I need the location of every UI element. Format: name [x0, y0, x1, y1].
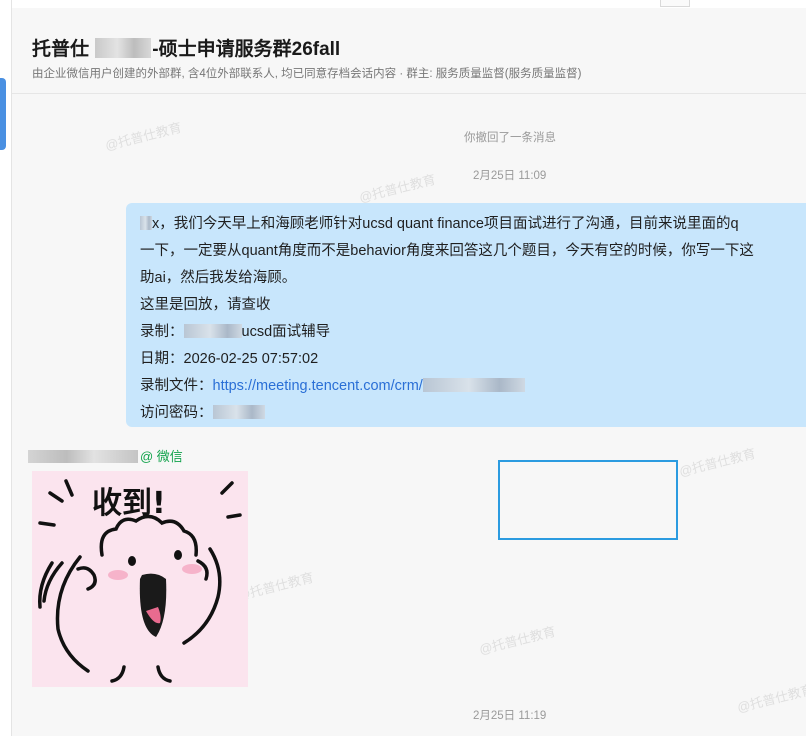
file-label: 录制文件：	[140, 378, 213, 394]
sticker-text: 收到!	[92, 486, 166, 521]
redacted-text	[140, 216, 152, 230]
timestamp: 2月25日 11:09	[473, 170, 547, 182]
date-label: 日期：	[140, 351, 184, 367]
record-line: 录制： ucsd面试辅导	[140, 320, 330, 341]
group-title-suffix: -硕士申请服务群26fall	[152, 39, 341, 60]
watermark: @托普仕教育	[677, 445, 758, 480]
group-title-prefix: 托普仕	[32, 39, 90, 60]
watermark: @托普仕教育	[357, 171, 438, 206]
watermark: @托普仕教育	[103, 119, 184, 154]
selection-box	[498, 460, 678, 540]
wechat-tag: @ 微信	[140, 449, 183, 464]
sticker-image[interactable]: 收到!	[32, 471, 248, 687]
message-line: x，我们今天早上和海顾老师针对ucsd quant finance项目面试进行了…	[140, 212, 739, 233]
redacted-text	[212, 405, 265, 419]
message-line: 助ai，然后我发给海顾。	[140, 270, 297, 286]
cat-sticker-icon: 收到!	[38, 479, 242, 683]
file-link[interactable]: https://meeting.tencent.com/crm/	[213, 378, 423, 394]
watermark: @托普仕教育	[477, 623, 558, 658]
password-line: 访问密码：	[140, 401, 265, 422]
record-value: ucsd面试辅导	[241, 324, 331, 340]
message-text: x，我们今天早上和海顾老师针对ucsd quant finance项目面试进行了…	[152, 216, 739, 232]
redacted-name	[95, 38, 152, 58]
date-line: 日期：2026-02-25 07:57:02	[140, 347, 318, 368]
redacted-text	[422, 378, 525, 392]
timestamp: 2月25日 11:19	[473, 710, 547, 722]
recall-notice: 你撤回了一条消息	[464, 132, 556, 144]
sender-name: @ 微信	[28, 446, 183, 465]
message-bubble[interactable]: x，我们今天早上和海顾老师针对ucsd quant finance项目面试进行了…	[126, 203, 806, 427]
file-line: 录制文件：https://meeting.tencent.com/crm/	[140, 374, 525, 395]
record-label: 录制：	[140, 324, 184, 340]
group-title: 托普仕 -硕士申请服务群26fall	[32, 34, 340, 61]
date-value: 2026-02-25 07:57:02	[183, 351, 319, 367]
message-line: 一下，一定要从quant角度而不是behavior角度来回答这几个题目，今天有空…	[140, 243, 754, 259]
chat-header: 托普仕 -硕士申请服务群26fall 由企业微信用户创建的外部群, 含4位外部联…	[12, 8, 806, 94]
watermark: @托普仕教育	[735, 681, 806, 716]
chat-window: 托普仕 -硕士申请服务群26fall 由企业微信用户创建的外部群, 含4位外部联…	[12, 8, 806, 736]
message-line: 这里是回放，请查收	[140, 297, 271, 313]
top-corner-control[interactable]	[660, 0, 690, 7]
password-label: 访问密码：	[140, 405, 213, 421]
left-panel-tab[interactable]	[0, 78, 6, 150]
redacted-name	[28, 450, 138, 463]
group-subtitle: 由企业微信用户创建的外部群, 含4位外部联系人, 均已同意存档会话内容 · 群主…	[32, 68, 582, 80]
redacted-text	[183, 324, 242, 338]
